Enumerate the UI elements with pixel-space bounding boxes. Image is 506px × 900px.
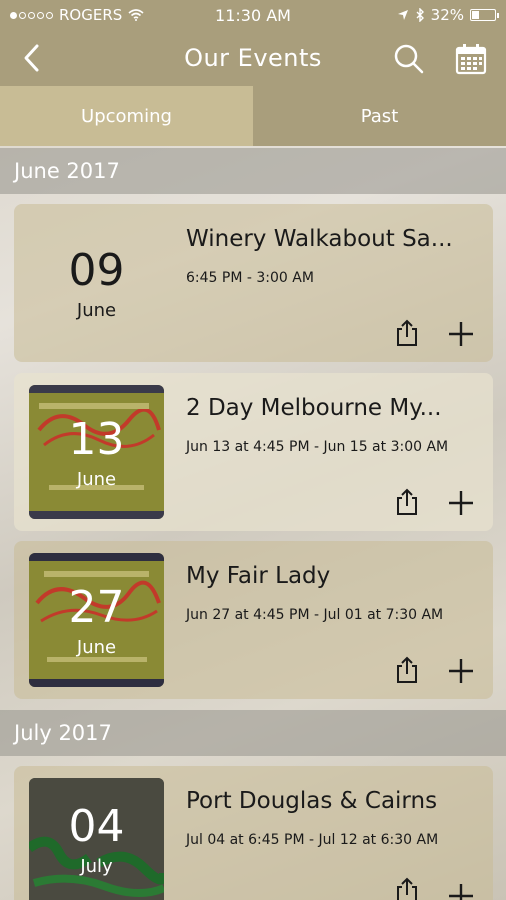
add-to-calendar-button[interactable] bbox=[447, 657, 475, 685]
tab-upcoming[interactable]: Upcoming bbox=[0, 86, 253, 146]
search-icon bbox=[394, 44, 424, 74]
back-button[interactable] bbox=[22, 42, 52, 74]
plus-icon bbox=[449, 322, 473, 346]
battery-percent: 32% bbox=[430, 6, 464, 24]
location-arrow-icon bbox=[397, 10, 408, 20]
chevron-left-icon bbox=[24, 44, 39, 72]
event-time: 6:45 PM - 3:00 AM bbox=[186, 270, 314, 286]
share-button[interactable] bbox=[394, 487, 420, 517]
event-month: July bbox=[80, 855, 113, 877]
share-icon bbox=[397, 656, 417, 683]
battery-icon bbox=[470, 9, 499, 21]
share-icon bbox=[397, 319, 417, 346]
share-button[interactable] bbox=[394, 655, 420, 685]
event-time: Jun 27 at 4:45 PM - Jul 01 at 7:30 AM bbox=[186, 607, 444, 623]
section-header-july: July 2017 bbox=[0, 710, 506, 756]
share-icon bbox=[397, 877, 417, 900]
event-title: Winery Walkabout Sa... bbox=[186, 226, 453, 252]
event-time: Jul 04 at 6:45 PM - Jul 12 at 6:30 AM bbox=[186, 832, 439, 848]
event-card[interactable]: 27 June My Fair Lady Jun 27 at 4:45 PM -… bbox=[14, 541, 493, 699]
share-button[interactable] bbox=[394, 318, 420, 348]
event-date: 27 June bbox=[29, 553, 164, 687]
section-header-june: June 2017 bbox=[0, 148, 506, 194]
event-time: Jun 13 at 4:45 PM - Jun 15 at 3:00 AM bbox=[186, 439, 449, 455]
segmented-tabs: Upcoming Past bbox=[0, 86, 506, 146]
event-date: 04 July bbox=[29, 778, 164, 900]
plus-icon bbox=[449, 659, 473, 683]
event-card[interactable]: 04 July Port Douglas & Cairns Jul 04 at … bbox=[14, 766, 493, 900]
status-right: 32% bbox=[397, 6, 499, 24]
event-day: 09 bbox=[68, 244, 125, 296]
event-date: 09 June bbox=[29, 216, 164, 350]
share-icon bbox=[397, 488, 417, 515]
bluetooth-icon bbox=[416, 8, 424, 22]
wifi-icon bbox=[128, 9, 144, 21]
nav-bar: Our Events bbox=[0, 30, 506, 86]
event-month: June bbox=[76, 299, 117, 321]
tab-past[interactable]: Past bbox=[253, 86, 506, 146]
status-left: ROGERS bbox=[10, 6, 144, 24]
event-card[interactable]: 09 June Winery Walkabout Sa... 6:45 PM -… bbox=[14, 204, 493, 362]
battery-fill bbox=[472, 11, 480, 19]
signal-strength-icon bbox=[10, 11, 53, 19]
event-day: 27 bbox=[68, 581, 125, 633]
status-bar: ROGERS 11:30 AM 32% bbox=[0, 0, 506, 30]
carrier-name: ROGERS bbox=[59, 6, 123, 24]
event-month: June bbox=[76, 636, 117, 658]
add-to-calendar-button[interactable] bbox=[447, 489, 475, 517]
plus-icon bbox=[449, 884, 473, 900]
event-day: 13 bbox=[68, 413, 125, 465]
calendar-icon bbox=[455, 44, 487, 75]
plus-icon bbox=[449, 491, 473, 515]
event-card[interactable]: 13 June 2 Day Melbourne My... Jun 13 at … bbox=[14, 373, 493, 531]
page-title: Our Events bbox=[184, 44, 322, 72]
event-day: 04 bbox=[68, 800, 125, 852]
calendar-button[interactable] bbox=[454, 42, 488, 76]
share-button[interactable] bbox=[394, 876, 420, 900]
add-to-calendar-button[interactable] bbox=[447, 882, 475, 900]
event-month: June bbox=[76, 468, 117, 490]
event-date: 13 June bbox=[29, 385, 164, 519]
event-title: 2 Day Melbourne My... bbox=[186, 395, 442, 421]
search-button[interactable] bbox=[392, 42, 426, 76]
event-title: Port Douglas & Cairns bbox=[186, 788, 438, 814]
event-title: My Fair Lady bbox=[186, 563, 331, 589]
add-to-calendar-button[interactable] bbox=[447, 320, 475, 348]
